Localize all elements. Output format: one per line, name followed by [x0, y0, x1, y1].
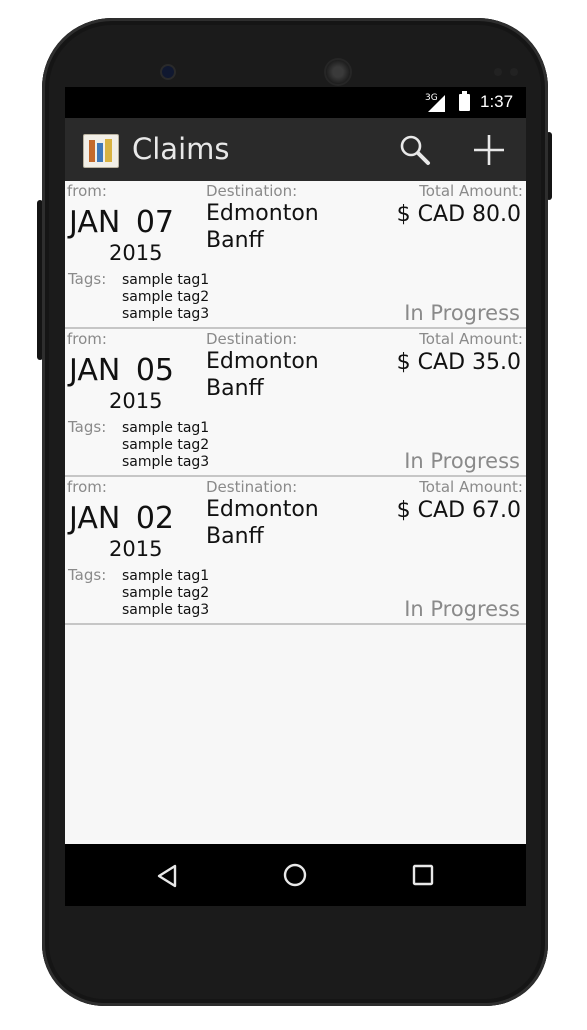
claim-amount: $ CAD 35.0: [396, 350, 521, 375]
tags-label: Tags:: [68, 566, 107, 584]
destination-2: Banff: [206, 524, 264, 549]
claim-year: 2015: [109, 389, 163, 413]
destination-1: Edmonton: [206, 349, 319, 374]
back-icon: [157, 864, 177, 888]
recent-apps-button[interactable]: [412, 864, 434, 886]
search-button[interactable]: [397, 132, 433, 168]
tag: sample tag1: [122, 420, 210, 436]
destination-1: Edmonton: [206, 497, 319, 522]
claim-item[interactable]: from: Destination: Total Amount: JAN 05 …: [65, 329, 526, 477]
tag: sample tag1: [122, 568, 210, 584]
tag: sample tag3: [122, 306, 210, 322]
tag: sample tag1: [122, 272, 210, 288]
claim-date: JAN 02: [69, 501, 174, 536]
page-title: Claims: [132, 132, 230, 166]
add-icon: [474, 135, 504, 165]
from-label: from:: [67, 182, 107, 200]
tag: sample tag2: [122, 437, 210, 453]
tag: sample tag2: [122, 585, 210, 601]
destination-label: Destination:: [206, 478, 298, 496]
claim-status: In Progress: [404, 449, 520, 473]
claims-list: from: Destination: Total Amount: JAN 07 …: [65, 181, 526, 844]
tag: sample tag3: [122, 602, 210, 618]
back-button[interactable]: [155, 863, 179, 889]
from-label: from:: [67, 478, 107, 496]
total-amount-label: Total Amount:: [419, 330, 523, 348]
home-icon: [283, 863, 307, 887]
claim-date: JAN 07: [69, 205, 174, 240]
battery-icon: [459, 91, 470, 111]
tag: sample tag2: [122, 289, 210, 305]
signal-icon: [428, 95, 445, 112]
claim-year: 2015: [109, 537, 163, 561]
status-bar: 3G 1:37: [65, 87, 526, 118]
claim-item[interactable]: from: Destination: Total Amount: JAN 07 …: [65, 181, 526, 329]
earpiece-speaker: [326, 60, 350, 84]
light-sensor: [510, 68, 518, 76]
add-claim-button[interactable]: [469, 130, 509, 170]
tags-label: Tags:: [68, 418, 107, 436]
total-amount-label: Total Amount:: [419, 182, 523, 200]
device-screen: 3G 1:37 Claims from: Destination: Total …: [65, 87, 526, 906]
front-camera: [162, 66, 174, 78]
destination-2: Banff: [206, 228, 264, 253]
status-time: 1:37: [480, 92, 514, 111]
tags-label: Tags:: [68, 270, 107, 288]
navigation-bar: [65, 844, 526, 906]
tag: sample tag3: [122, 454, 210, 470]
search-icon: [400, 135, 430, 165]
destination-1: Edmonton: [206, 201, 319, 226]
claim-amount: $ CAD 67.0: [396, 498, 521, 523]
claim-year: 2015: [109, 241, 163, 265]
action-bar: Claims: [65, 118, 526, 182]
claim-item[interactable]: from: Destination: Total Amount: JAN 02 …: [65, 477, 526, 625]
total-amount-label: Total Amount:: [419, 478, 523, 496]
home-button[interactable]: [283, 863, 307, 887]
claim-date: JAN 05: [69, 353, 174, 388]
destination-2: Banff: [206, 376, 264, 401]
destination-label: Destination:: [206, 330, 298, 348]
recent-apps-icon: [412, 864, 434, 886]
claim-status: In Progress: [404, 301, 520, 325]
claim-amount: $ CAD 80.0: [396, 202, 521, 227]
proximity-sensor: [494, 68, 502, 76]
claim-status: In Progress: [404, 597, 520, 621]
app-logo-icon[interactable]: [83, 134, 119, 168]
destination-label: Destination:: [206, 182, 298, 200]
from-label: from:: [67, 330, 107, 348]
